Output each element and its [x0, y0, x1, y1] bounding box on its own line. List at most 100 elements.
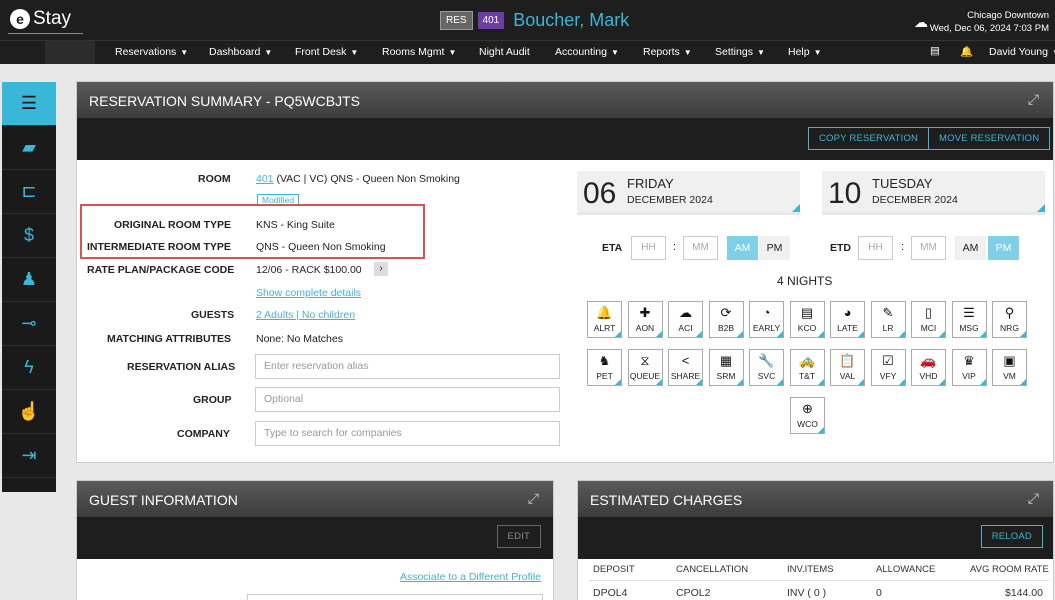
sidebar-chat-icon[interactable]: ▰ [2, 126, 56, 170]
icon-button-vfy[interactable]: ☑ VFY [870, 349, 906, 386]
nav-front-desk[interactable]: Front Desk ▼ [295, 46, 358, 58]
col-cancellation: CANCELLATION [676, 564, 749, 575]
icon-button-lr[interactable]: ✎ LR [870, 301, 906, 338]
eta-pm-toggle[interactable]: PM [759, 236, 790, 260]
move-reservation-button[interactable]: MOVE RESERVATION [928, 127, 1051, 150]
reload-button[interactable]: RELOAD [980, 525, 1043, 548]
icon-button-svc[interactable]: 🔧 SVC [749, 349, 784, 386]
col-inv-items: INV.ITEMS [787, 564, 834, 575]
expand-icon[interactable]: ⤢ [1028, 91, 1039, 108]
sidebar-menu-icon[interactable]: ☰ [2, 82, 56, 126]
eta-hh-input[interactable]: HH [631, 236, 666, 260]
eta-mm-input[interactable]: MM [683, 236, 718, 260]
cell-inv-items[interactable]: INV ( 0 ) [787, 587, 826, 599]
guest-expand-icon[interactable]: ⤢ [528, 490, 539, 507]
icon-button-mci[interactable]: ▯ MCI [911, 301, 946, 338]
icon-button-vip[interactable]: ♛ VIP [951, 349, 987, 386]
arrival-month: DECEMBER 2024 [627, 194, 713, 206]
top-bar: e Stay RES 401 Boucher, Mark ☁ Chicago D… [0, 0, 1055, 40]
reservation-actions-bar: COPY RESERVATION MOVE RESERVATION [77, 118, 1053, 160]
nav-night-audit[interactable]: Night Audit [479, 46, 530, 58]
icon-button-early[interactable]: ◔ EARLY [749, 301, 784, 338]
alias-input[interactable]: Enter reservation alias [255, 354, 560, 379]
rate-chevron-icon[interactable]: › [374, 262, 388, 276]
nav-help[interactable]: Help ▼ [788, 46, 822, 58]
etd-am-toggle[interactable]: AM [955, 236, 986, 260]
icon-button-srm[interactable]: ▦ SRM [708, 349, 744, 386]
icon-button-vhd[interactable]: 🚗 VHD [911, 349, 946, 386]
sidebar-lightning-icon[interactable]: ϟ [2, 346, 56, 390]
nav-accounting[interactable]: Accounting ▼ [555, 46, 619, 58]
notification-bell-icon[interactable]: 🔔 [960, 45, 973, 58]
arrival-weekday: FRIDAY [627, 176, 674, 191]
corner-marker [858, 379, 864, 385]
show-details-link[interactable]: Show complete details [256, 287, 361, 299]
nav-rooms-mgmt[interactable]: Rooms Mgmt ▼ [382, 46, 456, 58]
guest-name[interactable]: Boucher, Mark [513, 10, 629, 31]
nav-settings[interactable]: Settings ▼ [715, 46, 765, 58]
nav-dashboard[interactable]: Dashboard ▼ [209, 46, 272, 58]
charges-title: ESTIMATED CHARGES [590, 492, 743, 508]
icon-button-val[interactable]: 📋 VAL [830, 349, 865, 386]
charges-expand-icon[interactable]: ⤢ [1028, 490, 1039, 507]
icon-button-nrg[interactable]: ⚲ NRG [992, 301, 1027, 338]
sidebar-bed-icon[interactable]: ⊏ [2, 170, 56, 214]
etd-mm-input[interactable]: MM [911, 236, 946, 260]
sidebar-key-icon[interactable]: ⊸ [2, 302, 56, 346]
icon-button-kco[interactable]: ▤ KCO [789, 301, 825, 338]
eta-label: ETA [602, 242, 623, 254]
edit-button[interactable]: EDIT [496, 525, 541, 548]
nav-reports[interactable]: Reports ▼ [643, 46, 692, 58]
associate-profile-link[interactable]: Associate to a Different Profile [400, 571, 541, 583]
icon-button-aon[interactable]: ✚ AON [627, 301, 663, 338]
bell-icon: 🔔 [596, 305, 613, 320]
icon-button-pet[interactable]: ♞ PET [587, 349, 622, 386]
guests-link[interactable]: 2 Adults | No children [256, 309, 355, 321]
sidebar-dollar-icon[interactable]: $ [2, 214, 56, 258]
guest-actions-bar: EDIT [77, 517, 553, 559]
corner-marker [777, 379, 783, 385]
icon-button-tt[interactable]: 🚕 T&T [789, 349, 825, 386]
calendar-clock-icon: ▦ [719, 353, 733, 368]
departure-day: 10 [828, 177, 862, 210]
corner-marker [1020, 379, 1026, 385]
corner-marker [939, 379, 945, 385]
icon-button-wco[interactable]: ⊕ WCO [790, 397, 825, 434]
sidebar-exit-icon[interactable]: ⇥ [2, 434, 56, 478]
alias-label: RESERVATION ALIAS [127, 361, 236, 373]
company-input[interactable]: Type to search for companies [255, 421, 560, 446]
puzzle-icon: ✚ [639, 305, 651, 320]
icon-button-b2b[interactable]: ⟳ B2B [708, 301, 744, 338]
clipboard-icon[interactable]: ▤ [930, 45, 940, 57]
nights-count: 4 NIGHTS [777, 274, 833, 288]
copy-reservation-button[interactable]: COPY RESERVATION [808, 127, 930, 150]
etd-colon: : [901, 241, 905, 253]
sidebar-user-icon[interactable]: ♟ [2, 258, 56, 302]
etd-hh-input[interactable]: HH [858, 236, 893, 260]
sidebar-hand-icon[interactable]: ☝ [2, 390, 56, 434]
etd-pm-toggle[interactable]: PM [988, 236, 1019, 260]
icon-button-alrt[interactable]: 🔔 ALRT [587, 301, 622, 338]
icon-button-msg[interactable]: ☰ MSG [951, 301, 987, 338]
app-logo[interactable]: e Stay [10, 8, 71, 30]
departure-date[interactable]: 10 TUESDAY DECEMBER 2024 [822, 171, 1045, 215]
car-icon: 🚗 [920, 353, 937, 368]
icon-button-aci[interactable]: ☁ ACI [668, 301, 703, 338]
icon-button-vm[interactable]: ▣ VM [992, 349, 1027, 386]
icon-button-queue[interactable]: ⧖ QUEUE [627, 349, 663, 386]
user-menu[interactable]: David Young▼ [989, 46, 1055, 58]
corner-marker [777, 331, 783, 337]
icon-button-late[interactable]: ◕ LATE [830, 301, 865, 338]
doc-clock-icon: ▤ [800, 305, 814, 320]
departure-month: DECEMBER 2024 [872, 194, 958, 206]
eta-am-toggle[interactable]: AM [727, 236, 758, 260]
corner-marker [696, 331, 702, 337]
icon-button-share[interactable]: < SHARE [668, 349, 703, 386]
guest-profile-field[interactable] [247, 594, 543, 600]
arrival-date[interactable]: 06 FRIDAY DECEMBER 2024 [577, 171, 800, 215]
rate-plan-value: 12/06 - RACK $100.00 [256, 264, 362, 276]
room-number-link[interactable]: 401 [256, 173, 274, 185]
nav-reservations[interactable]: Reservations ▼ [115, 46, 188, 58]
group-input[interactable]: Optional [255, 387, 560, 412]
globe-icon: ⊕ [802, 401, 813, 416]
